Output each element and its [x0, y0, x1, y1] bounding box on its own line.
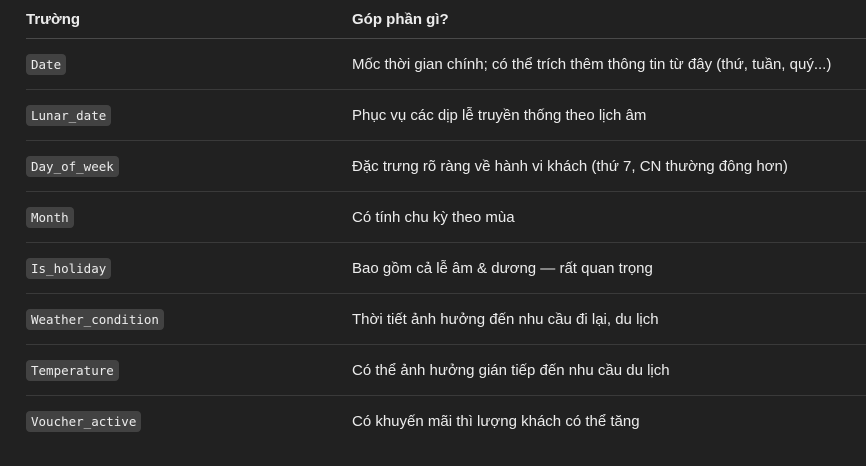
- table-header-row: Trường Góp phần gì?: [26, 0, 866, 39]
- field-code: Is_holiday: [26, 257, 112, 279]
- field-description: Có khuyến mãi thì lượng khách có thể tăn…: [352, 412, 640, 430]
- table-row: Temperature Có thể ảnh hưởng gián tiếp đ…: [26, 344, 866, 396]
- table-row: Lunar_date Phục vụ các dịp lễ truyền thố…: [26, 89, 866, 141]
- field-description: Có thể ảnh hưởng gián tiếp đến nhu cầu d…: [352, 344, 866, 396]
- field-code: Month: [26, 206, 74, 228]
- field-code: Date: [26, 53, 67, 75]
- field-description: Phục vụ các dịp lễ truyền thống theo lịc…: [352, 89, 866, 141]
- field-code: Weather_condition: [26, 308, 164, 330]
- chat-content: Trường Góp phần gì? Date Mốc thời gian c…: [0, 0, 866, 466]
- table-row: Voucher_active Có khuyến mãi thì lượng k…: [26, 396, 866, 447]
- field-code: Lunar_date: [26, 104, 112, 126]
- field-description: Mốc thời gian chính; có thể trích thêm t…: [352, 38, 866, 90]
- field-description: Bao gồm cả lễ âm & dương — rất quan trọn…: [352, 242, 866, 294]
- table-row: Is_holiday Bao gồm cả lễ âm & dương — rấ…: [26, 242, 866, 294]
- table-row: Day_of_week Đặc trưng rõ ràng về hành vi…: [26, 140, 866, 192]
- field-code: Temperature: [26, 359, 119, 381]
- field-description: Thời tiết ảnh hưởng đến nhu cầu đi lại, …: [352, 293, 866, 345]
- table-row: Weather_condition Thời tiết ảnh hưởng đế…: [26, 293, 866, 345]
- field-code: Day_of_week: [26, 155, 119, 177]
- feature-table: Trường Góp phần gì? Date Mốc thời gian c…: [26, 0, 866, 446]
- field-code: Voucher_active: [26, 410, 142, 432]
- table-row: Date Mốc thời gian chính; có thể trích t…: [26, 38, 866, 90]
- header-contribution: Góp phần gì?: [352, 0, 866, 39]
- field-description: Đặc trưng rõ ràng về hành vi khách (thứ …: [352, 140, 866, 192]
- header-field: Trường: [26, 0, 352, 39]
- field-description: Có tính chu kỳ theo mùa: [352, 191, 866, 243]
- table-row: Month Có tính chu kỳ theo mùa: [26, 191, 866, 243]
